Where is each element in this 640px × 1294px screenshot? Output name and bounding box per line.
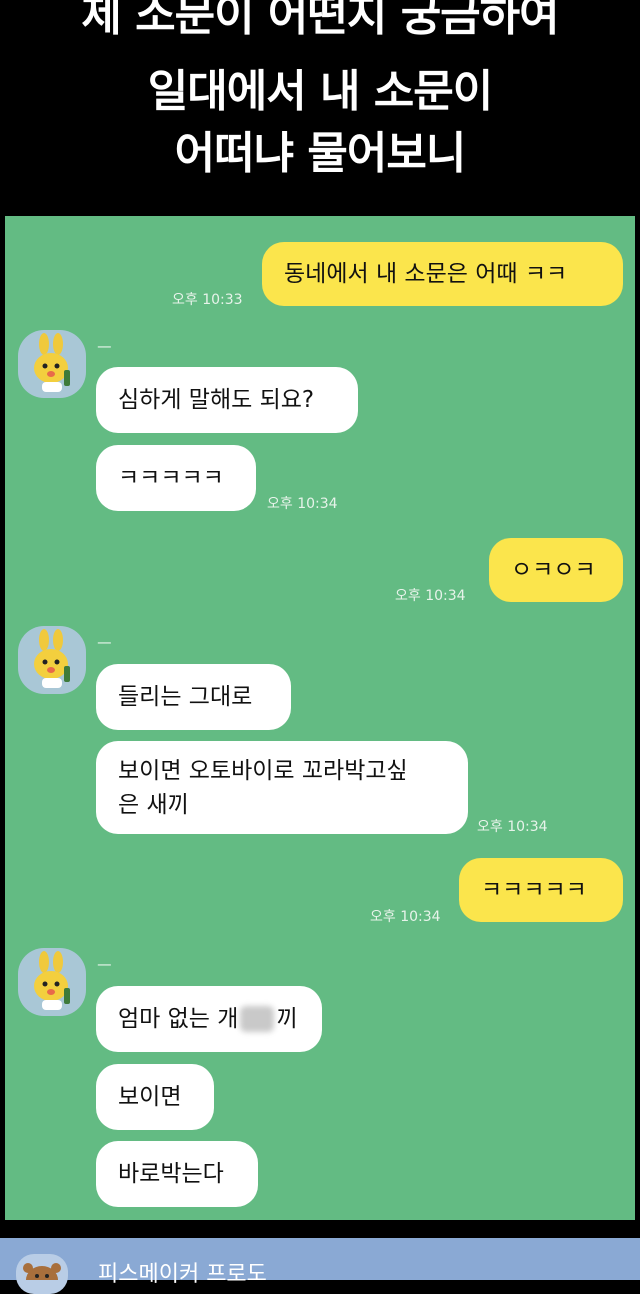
chat-area[interactable]: 동네에서 내 소문은 어때 ㅋㅋ 오후 10:33 ㅡ 심하게 말해도 되요? … bbox=[5, 216, 635, 1220]
message-text: 들리는 그대로 bbox=[118, 684, 253, 710]
friend-avatar[interactable] bbox=[18, 626, 86, 694]
message-time: 오후 10:33 bbox=[172, 292, 243, 308]
my-message-bubble[interactable]: ㅇㅋㅇㅋ bbox=[489, 538, 623, 602]
friend-message-bubble[interactable]: 심하게 말해도 되요? bbox=[96, 367, 358, 433]
ryan-character-icon bbox=[34, 333, 70, 392]
message-time: 오후 10:34 bbox=[395, 588, 466, 604]
friend-message-bubble[interactable]: ㅋㅋㅋㅋㅋ bbox=[96, 445, 256, 511]
message-text-line-2: 은 새끼 bbox=[118, 791, 189, 818]
next-chat-preview[interactable]: 피스메이커 프로도 bbox=[0, 1238, 640, 1294]
message-text: ㅇㅋㅇㅋ bbox=[511, 557, 596, 583]
message-text: ㅋㅋㅋㅋㅋ bbox=[481, 877, 587, 903]
frodo-character-icon bbox=[23, 1263, 61, 1294]
sender-name: ㅡ bbox=[97, 634, 112, 653]
friend-message-bubble[interactable]: 바로박는다 bbox=[96, 1141, 258, 1207]
message-time: 오후 10:34 bbox=[477, 819, 548, 835]
friend-message-bubble[interactable]: 엄마 없는 개 끼 bbox=[96, 986, 322, 1052]
friend-avatar[interactable] bbox=[18, 948, 86, 1016]
censored-blur bbox=[240, 1006, 275, 1032]
title-line-3: 어떠냐 물어보니 bbox=[174, 128, 467, 179]
title-line-1: 제 소문이 어떤지 궁금하여 bbox=[81, 0, 559, 41]
message-text-end: 끼 bbox=[276, 1006, 298, 1032]
sender-name: ㅡ bbox=[97, 956, 112, 975]
friend-message-bubble[interactable]: 들리는 그대로 bbox=[96, 664, 291, 730]
message-text: 심하게 말해도 되요? bbox=[118, 387, 315, 413]
message-text: 동네에서 내 소문은 어때 ㅋㅋ bbox=[284, 261, 568, 287]
message-time: 오후 10:34 bbox=[267, 496, 338, 512]
message-text: 바로박는다 bbox=[118, 1161, 224, 1187]
frodo-avatar bbox=[16, 1254, 68, 1294]
my-message-bubble[interactable]: 동네에서 내 소문은 어때 ㅋㅋ bbox=[262, 242, 623, 306]
friend-avatar[interactable] bbox=[18, 330, 86, 398]
message-text: 보이면 bbox=[118, 1084, 182, 1110]
title-block: 제 소문이 어떤지 궁금하여 일대에서 내 소문이 어떠냐 물어보니 bbox=[0, 0, 640, 212]
friend-message-bubble[interactable]: 보이면 bbox=[96, 1064, 214, 1130]
ryan-character-icon bbox=[34, 629, 70, 688]
ryan-character-icon bbox=[34, 951, 70, 1010]
title-line-2: 일대에서 내 소문이 bbox=[147, 66, 493, 117]
message-text: ㅋㅋㅋㅋㅋ bbox=[118, 465, 224, 491]
message-time: 오후 10:34 bbox=[370, 909, 441, 925]
sender-name: ㅡ bbox=[97, 338, 112, 357]
message-text-line-1: 보이면 오토바이로 꼬라박고싶 bbox=[118, 757, 408, 784]
friend-message-bubble[interactable]: 보이면 오토바이로 꼬라박고싶 은 새끼 bbox=[96, 741, 468, 834]
my-message-bubble[interactable]: ㅋㅋㅋㅋㅋ bbox=[459, 858, 623, 922]
message-text-start: 엄마 없는 개 bbox=[118, 1006, 239, 1032]
footer-sender-name: 피스메이커 프로도 bbox=[98, 1262, 267, 1287]
